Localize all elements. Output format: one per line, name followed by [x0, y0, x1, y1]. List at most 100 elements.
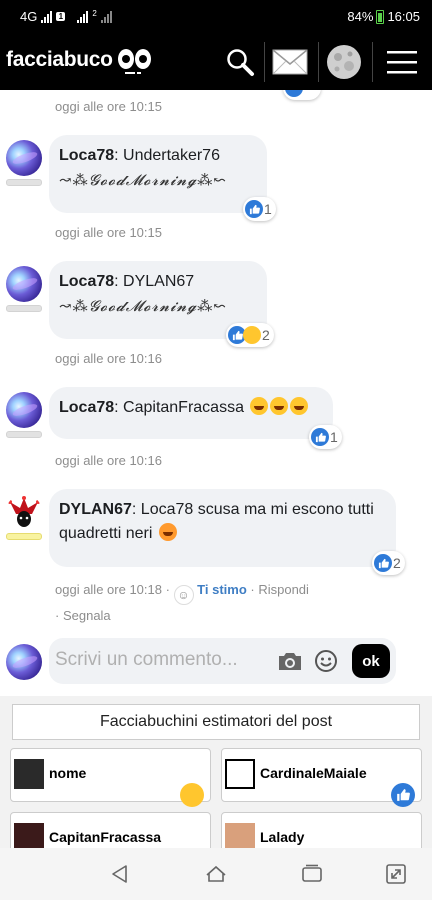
- avatar[interactable]: [6, 494, 42, 530]
- reaction-count: 1: [264, 201, 272, 217]
- comment-fancy-text: ↝⁂𝓖𝓸𝓸𝓭𝓜𝓸𝓻𝓷𝓲𝓷𝓰⁂↜: [59, 297, 227, 315]
- jester-avatar-icon: [8, 496, 40, 527]
- comment-separator: :: [114, 147, 124, 164]
- reaction-summary[interactable]: 2: [372, 551, 405, 575]
- estimators-panel: Facciabuchini estimatori del post nome C…: [0, 696, 432, 848]
- comment-author[interactable]: Loca78: [59, 273, 114, 290]
- comment-author[interactable]: Loca78: [59, 399, 114, 416]
- avatar[interactable]: [6, 266, 42, 302]
- estimator-thumbnail: [225, 759, 255, 789]
- signal-icon: [77, 10, 89, 23]
- reaction-count: 2: [393, 555, 401, 571]
- comment-text: CapitanFracassa: [123, 399, 244, 416]
- comment-author[interactable]: DYLAN67: [59, 501, 132, 518]
- like-icon: [285, 90, 303, 97]
- comment-bubble: DYLAN67: Loca78 scusa ma mi escono tutti…: [49, 489, 396, 567]
- estimator-card[interactable]: CapitanFracassa: [10, 812, 211, 848]
- smile-emoji-icon: [180, 783, 204, 807]
- recents-icon[interactable]: [300, 862, 324, 886]
- battery-icon: [376, 9, 385, 24]
- comment-timestamp: oggi alle ore 10:18: [55, 582, 162, 597]
- estimator-card[interactable]: nome: [10, 748, 211, 807]
- app-logo[interactable]: facciabuco: [6, 48, 113, 72]
- back-icon[interactable]: [108, 862, 132, 886]
- clock: 16:05: [387, 9, 420, 24]
- menu-button[interactable]: [382, 42, 422, 82]
- comment-text: DYLAN67: [123, 273, 195, 290]
- action-separator: ·: [55, 608, 63, 623]
- comment-actions: oggi alle ore 10:18 · ☺ Ti stimo · Rispo…: [55, 579, 395, 627]
- profile-button[interactable]: [324, 42, 364, 82]
- moon-avatar-icon: [327, 45, 361, 79]
- estimator-name: CapitanFracassa: [49, 829, 162, 845]
- estimators-title: Facciabuchini estimatori del post: [12, 704, 420, 740]
- header-divider: [372, 42, 373, 82]
- search-button[interactable]: [220, 42, 260, 82]
- reaction-count: 2: [262, 327, 270, 343]
- estimator-card[interactable]: CardinaleMaiale: [221, 748, 422, 807]
- comment-bubble: Loca78: CapitanFracassa: [49, 387, 333, 439]
- action-separator: ·: [161, 582, 174, 597]
- logo-eyes-icon: [118, 49, 151, 74]
- comment-input[interactable]: Scrivi un commento...: [55, 649, 238, 671]
- app-header: facciabuco: [0, 34, 432, 90]
- laughing-emoji-icon: [270, 397, 289, 415]
- like-action-button[interactable]: Ti stimo: [197, 582, 247, 597]
- angry-emoji-icon: [158, 523, 177, 541]
- comment-box: Scrivi un commento... ok: [49, 638, 396, 684]
- comment-fancy-text: ↝⁂𝓖𝓸𝓸𝓭𝓜𝓸𝓻𝓷𝓲𝓷𝓰⁂↜: [59, 171, 227, 189]
- estimator-name: Lalady: [260, 829, 305, 845]
- messages-button[interactable]: [270, 42, 310, 82]
- user-level-bar: [6, 431, 42, 438]
- estimator-card[interactable]: Lalady: [221, 812, 422, 848]
- report-button[interactable]: Segnala: [63, 608, 111, 623]
- comment-timestamp: oggi alle ore 10:16: [55, 453, 162, 468]
- sim1-badge: 1: [56, 12, 66, 21]
- estimator-name: nome: [49, 765, 87, 781]
- emoji-icon[interactable]: [314, 649, 338, 673]
- reaction-summary[interactable]: 2: [226, 323, 274, 347]
- battery-percent: 84%: [347, 9, 374, 24]
- avatar[interactable]: [6, 140, 42, 176]
- header-divider: [264, 42, 265, 82]
- comment-separator: :: [131, 501, 141, 518]
- reaction-summary[interactable]: 1: [309, 425, 342, 449]
- header-divider: [318, 42, 319, 82]
- submit-comment-button[interactable]: ok: [352, 644, 390, 678]
- avatar[interactable]: [6, 392, 42, 428]
- comments-section[interactable]: oggi alle ore 10:15 Loca78: Undertaker76…: [0, 90, 432, 848]
- comment-timestamp: oggi alle ore 10:15: [55, 225, 162, 240]
- sim2-badge: 2: [92, 9, 97, 18]
- screen-rotate-icon[interactable]: [384, 862, 408, 886]
- reply-button[interactable]: Rispondi: [258, 582, 309, 597]
- like-icon: [374, 554, 392, 572]
- status-bar: 4G 1 2 84% 16:05: [0, 0, 432, 34]
- like-icon: [245, 200, 263, 218]
- network-type: 4G: [20, 9, 38, 24]
- menu-icon: [387, 51, 417, 74]
- comment-timestamp: oggi alle ore 10:16: [55, 351, 162, 366]
- signal-icon: [100, 10, 112, 23]
- like-icon: [391, 783, 415, 807]
- signal-icon: [41, 10, 53, 23]
- comment-separator: :: [114, 273, 124, 290]
- user-level-bar: [6, 179, 42, 186]
- comment-timestamp: oggi alle ore 10:15: [55, 99, 162, 114]
- status-right: 84% 16:05: [347, 9, 420, 24]
- camera-icon[interactable]: [277, 650, 303, 672]
- estimator-thumbnail: [14, 759, 44, 789]
- network-indicators: 4G 1 2: [20, 9, 112, 24]
- reaction-summary[interactable]: 1: [243, 197, 276, 221]
- user-level-bar: [6, 305, 42, 312]
- comment-text: Undertaker76: [123, 147, 220, 164]
- comment-separator: :: [114, 399, 124, 416]
- home-icon[interactable]: [204, 862, 228, 886]
- laughing-emoji-icon: [290, 397, 309, 415]
- comment-bubble: Loca78: Undertaker76 ↝⁂𝓖𝓸𝓸𝓭𝓜𝓸𝓻𝓷𝓲𝓷𝓰⁂↜: [49, 135, 267, 213]
- like-icon: [311, 428, 329, 446]
- reaction-summary[interactable]: [283, 90, 321, 100]
- reaction-count: 1: [330, 429, 338, 445]
- react-picker-button[interactable]: ☺: [173, 585, 194, 605]
- comment-author[interactable]: Loca78: [59, 147, 114, 164]
- my-avatar: [6, 644, 42, 680]
